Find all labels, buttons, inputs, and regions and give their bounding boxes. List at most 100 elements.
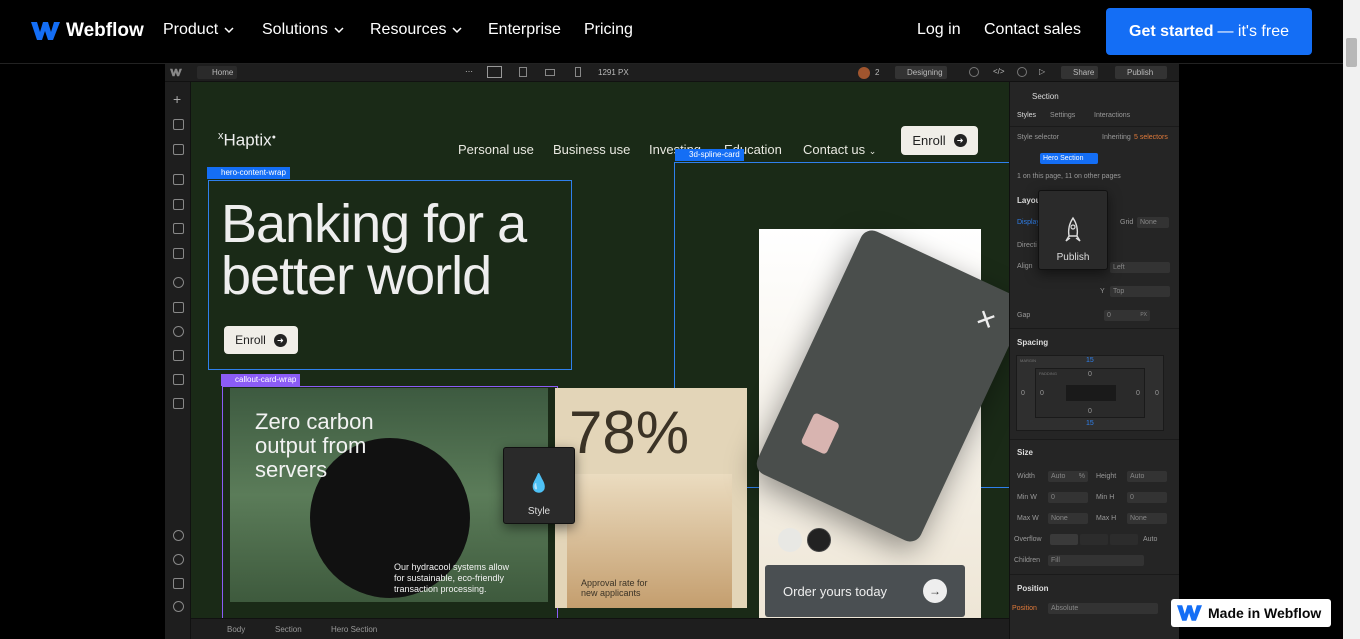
logic-icon[interactable] [173, 302, 184, 313]
margin-bottom[interactable]: 15 [1086, 420, 1094, 427]
height-input[interactable]: Auto [1127, 471, 1167, 482]
overflow-hidden-button[interactable] [1080, 534, 1108, 545]
breakpoint-desktop-icon[interactable] [487, 66, 502, 78]
grid-option[interactable]: Grid [1120, 219, 1133, 226]
haptix-nav-contact[interactable]: Contact us ⌄ [803, 142, 876, 157]
callout-card-wrap-tag[interactable]: callout-card-wrap [221, 374, 301, 386]
assets-icon[interactable] [173, 248, 184, 259]
publish-tooltip[interactable]: Publish [1038, 190, 1108, 270]
class-selector[interactable]: Hero Section [1040, 153, 1098, 164]
spacing-box[interactable]: MARGIN 15 0 0 15 PADDING 0 0 0 0 [1016, 355, 1164, 431]
padding-box[interactable]: PADDING 0 0 0 0 [1035, 368, 1145, 418]
stats-card[interactable]: 78% Approval rate for new applicants [555, 388, 747, 608]
children-select[interactable]: Fill [1048, 555, 1144, 566]
display-none-option[interactable]: None [1137, 217, 1169, 228]
cms-icon[interactable] [173, 277, 184, 288]
login-link[interactable]: Log in [917, 21, 961, 39]
color-swatch-black[interactable] [807, 528, 831, 552]
breakpoint-landscape-icon[interactable] [545, 69, 555, 76]
hero-enroll-button[interactable]: Enroll ➜ [224, 326, 298, 354]
avatar[interactable] [858, 67, 870, 79]
overflow-auto-option[interactable]: Auto [1143, 536, 1157, 543]
haptix-enroll-button[interactable]: Enroll ➜ [901, 126, 978, 155]
margin-top[interactable]: 15 [1086, 357, 1094, 364]
comment-icon[interactable] [1017, 67, 1027, 77]
help-icon[interactable] [173, 554, 184, 565]
breadcrumb-hero-section[interactable]: Hero Section [331, 625, 377, 634]
tab-interactions[interactable]: Interactions [1094, 112, 1130, 119]
max-height-input[interactable]: None [1127, 513, 1167, 524]
min-width-input[interactable]: 0 [1048, 492, 1088, 503]
page-selector[interactable]: Home [197, 66, 238, 79]
haptix-logo[interactable]: xHaptix● [218, 130, 276, 151]
users-icon[interactable] [173, 326, 184, 337]
apps-icon[interactable] [173, 374, 184, 385]
nav-pricing[interactable]: Pricing [584, 21, 633, 39]
audit-icon[interactable] [173, 398, 184, 409]
nav-product[interactable]: Product [163, 21, 234, 39]
inheriting-count[interactable]: 5 selectors [1134, 134, 1168, 141]
order-bar[interactable]: Order yours today → [765, 565, 965, 617]
scrollbar-thumb[interactable] [1346, 38, 1357, 67]
breadcrumb-section[interactable]: Section [275, 625, 302, 634]
overflow-scroll-button[interactable] [1110, 534, 1138, 545]
styles-icon[interactable] [173, 223, 184, 234]
padding-left[interactable]: 0 [1040, 390, 1044, 397]
webflow-logo-icon [1177, 605, 1202, 621]
check-icon[interactable] [969, 67, 979, 77]
nav-resources[interactable]: Resources [370, 21, 463, 39]
max-width-input[interactable]: None [1048, 513, 1088, 524]
min-height-input[interactable]: 0 [1127, 492, 1167, 503]
margin-left[interactable]: 0 [1021, 390, 1025, 397]
contact-sales-link[interactable]: Contact sales [984, 21, 1081, 39]
nav-enterprise[interactable]: Enterprise [488, 21, 561, 39]
color-swatch-white[interactable] [778, 528, 802, 552]
nav-solutions[interactable]: Solutions [262, 21, 344, 39]
navigator-icon[interactable] [173, 144, 184, 155]
breadcrumb-body[interactable]: Body [227, 625, 245, 634]
margin-right[interactable]: 0 [1155, 390, 1159, 397]
breakpoint-tablet-icon[interactable] [519, 67, 527, 77]
padding-bottom[interactable]: 0 [1088, 408, 1092, 415]
tab-settings[interactable]: Settings [1050, 112, 1075, 119]
tab-styles[interactable]: Styles [1017, 112, 1036, 119]
ecommerce-icon[interactable] [173, 350, 184, 361]
pages-icon[interactable] [173, 119, 184, 130]
section-size[interactable]: Size [1017, 448, 1033, 457]
width-label: Width [1017, 473, 1035, 480]
position-select[interactable]: Absolute [1048, 603, 1158, 614]
variables-icon[interactable] [173, 199, 184, 210]
gap-input[interactable]: 0 PX [1104, 310, 1150, 321]
style-tooltip[interactable]: 💧 Style [503, 447, 575, 524]
checklist-icon[interactable] [173, 578, 184, 589]
spline-card-tag[interactable]: 3d-spline-card [675, 149, 744, 161]
preview-icon[interactable]: ▷ [1039, 67, 1045, 76]
more-icon[interactable]: ⋯ [465, 67, 473, 76]
hero-content-wrap-tag[interactable]: hero-content-wrap [207, 167, 290, 179]
search-icon[interactable] [173, 601, 184, 612]
made-in-webflow-badge[interactable]: Made in Webflow [1171, 599, 1331, 627]
webflow-logo[interactable]: Webflow [31, 20, 144, 42]
page-scrollbar[interactable] [1343, 0, 1360, 639]
overflow-visible-button[interactable] [1050, 534, 1078, 545]
haptix-nav-business[interactable]: Business use [553, 142, 630, 157]
padding-right[interactable]: 0 [1136, 390, 1140, 397]
publish-button[interactable]: Publish [1115, 66, 1168, 79]
components-icon[interactable] [173, 174, 184, 185]
padding-top[interactable]: 0 [1088, 371, 1092, 378]
share-button[interactable]: Share [1061, 66, 1099, 79]
design-canvas[interactable]: xHaptix● Personal use Business use Inves… [191, 82, 1009, 618]
breakpoint-mobile-icon[interactable] [575, 67, 581, 77]
align-x-select[interactable]: Left [1110, 262, 1170, 273]
get-started-button[interactable]: Get started — it's free [1106, 8, 1312, 55]
code-icon[interactable]: </> [993, 67, 1005, 76]
section-position[interactable]: Position [1017, 584, 1049, 593]
style-panel: Section Styles Settings Interactions Sty… [1009, 82, 1179, 639]
settings-icon[interactable] [173, 530, 184, 541]
section-spacing[interactable]: Spacing [1017, 338, 1048, 347]
mode-selector[interactable]: Designing [895, 66, 947, 79]
align-y-select[interactable]: Top [1110, 286, 1170, 297]
haptix-nav-personal[interactable]: Personal use [458, 142, 534, 157]
add-icon[interactable]: + [173, 92, 184, 106]
width-input[interactable]: Auto% [1048, 471, 1088, 482]
